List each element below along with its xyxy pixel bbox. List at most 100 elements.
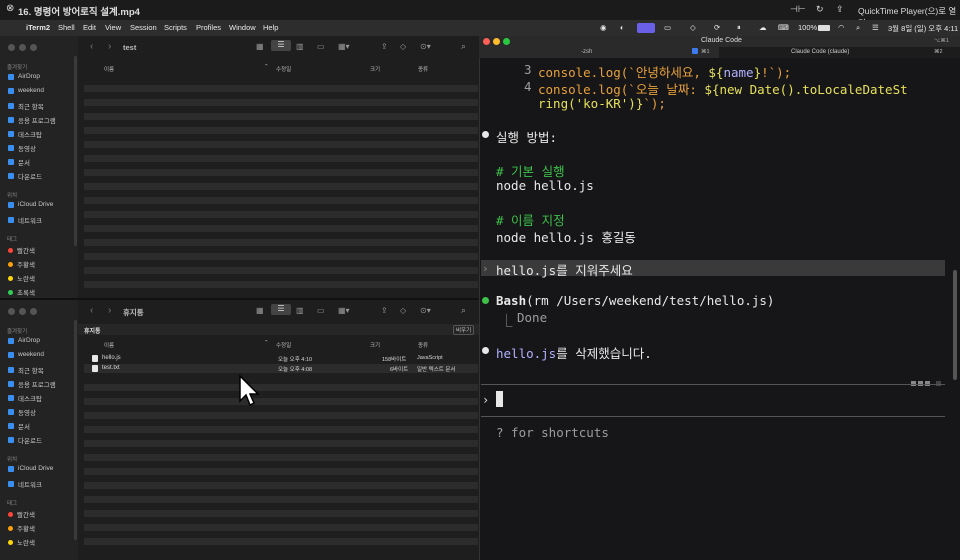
zoom-button[interactable] [30, 308, 37, 315]
tag-icon[interactable]: ◇ [400, 42, 406, 51]
status-icon-1[interactable]: ◉ [600, 23, 607, 32]
back-icon[interactable]: ‹ [90, 41, 93, 52]
sort-chevron-icon[interactable]: ⌃ [264, 64, 269, 70]
column-header-kind[interactable]: 종류 [418, 65, 428, 73]
sidebar-item-airdrop[interactable]: AirDrop [8, 73, 40, 80]
column-header-modified[interactable]: 수정일 [276, 341, 291, 349]
forward-icon[interactable]: › [108, 305, 111, 316]
search-icon[interactable]: ⌕ [856, 23, 860, 33]
sidebar-tag-red[interactable]: 빨간색 [8, 245, 35, 255]
sidebar-tag-green[interactable]: 초록색 [8, 287, 35, 297]
menu-app-name[interactable]: iTerm2 [26, 23, 50, 32]
battery-icon[interactable] [818, 25, 830, 31]
column-header-size[interactable]: 크기 [370, 65, 380, 73]
close-button[interactable] [8, 308, 15, 315]
menu-session[interactable]: Session [130, 23, 157, 32]
sidebar-tag-red[interactable]: 빨간색 [8, 509, 35, 519]
sidebar-item-network[interactable]: 네트워크 [8, 479, 42, 489]
keyboard-icon[interactable]: ⌨ [778, 23, 789, 32]
tab-zsh[interactable]: -zsh ⌘1 [479, 47, 719, 58]
dropbox-icon[interactable]: ◇ [690, 23, 696, 32]
back-icon[interactable]: ‹ [90, 305, 93, 316]
sidebar-tag-yellow[interactable]: 노란색 [8, 537, 35, 547]
column-view-icon[interactable]: ▥ [296, 42, 304, 51]
close-button[interactable] [483, 38, 490, 45]
status-icon-2[interactable]: ◐ [620, 23, 625, 32]
pause-icon[interactable]: ⏸ [737, 23, 741, 33]
column-header-name[interactable]: 이름 [104, 341, 114, 349]
menu-help[interactable]: Help [263, 23, 278, 32]
icon-view-icon[interactable]: ▦ [256, 306, 264, 315]
close-button[interactable] [8, 44, 15, 51]
sidebar-item-recents[interactable]: 최근 항목 [8, 101, 44, 111]
sort-chevron-icon[interactable]: ⌃ [264, 340, 269, 346]
table-row[interactable]: test.txt 오늘 오후 4:08 6바이트 일반 텍스트 문서 [84, 364, 478, 373]
sidebar-item-network[interactable]: 네트워크 [8, 215, 42, 225]
column-header-size[interactable]: 크기 [370, 341, 380, 349]
sidebar-item-icloud[interactable]: iCloud Drive [8, 465, 53, 472]
empty-trash-button[interactable]: 비우기 [453, 325, 475, 335]
tab-claude-code[interactable]: Claude Code (claude) ⌘2 [719, 47, 960, 58]
sidebar-item-documents[interactable]: 문서 [8, 421, 30, 431]
sidebar-item-weekend[interactable]: weekend [8, 87, 44, 94]
screen-record-icon[interactable] [637, 23, 655, 33]
sidebar-item-movies[interactable]: 동영상 [8, 143, 36, 153]
group-icon[interactable]: ▦▾ [338, 42, 350, 51]
control-center-icon[interactable]: ☰ [872, 23, 879, 32]
list-view-icon[interactable]: ☰ [271, 40, 291, 51]
wifi-icon[interactable]: ◠ [838, 23, 845, 32]
sidebar-scrollbar[interactable] [74, 320, 77, 540]
more-icon[interactable]: ⊙▾ [420, 306, 431, 315]
sidebar-item-icloud[interactable]: iCloud Drive [8, 201, 53, 208]
gallery-view-icon[interactable]: ▭ [317, 42, 325, 51]
sidebar-item-applications[interactable]: 응용 프로그램 [8, 115, 56, 125]
menu-scripts[interactable]: Scripts [164, 23, 187, 32]
minimize-button[interactable] [19, 308, 26, 315]
sidebar-item-documents[interactable]: 문서 [8, 157, 30, 167]
menu-window[interactable]: Window [229, 23, 256, 32]
icon-view-icon[interactable]: ▦ [256, 42, 264, 51]
sync-icon[interactable]: ⟳ [714, 23, 720, 32]
menu-edit[interactable]: Edit [83, 23, 96, 32]
menu-view[interactable]: View [105, 23, 121, 32]
sidebar-item-desktop[interactable]: 데스크탑 [8, 393, 42, 403]
list-view-icon[interactable]: ☰ [271, 304, 291, 315]
forward-icon[interactable]: › [108, 41, 111, 52]
sidebar-item-applications[interactable]: 응용 프로그램 [8, 379, 56, 389]
cloud-icon[interactable]: ☁ [759, 23, 767, 32]
sidebar-tag-orange[interactable]: 주황색 [8, 523, 35, 533]
column-header-modified[interactable]: 수정일 [276, 65, 291, 73]
zoom-button[interactable] [503, 38, 510, 45]
column-view-icon[interactable]: ▥ [296, 306, 304, 315]
table-row[interactable]: hello.js 오늘 오후 4:10 158바이트 JavaScript [84, 354, 478, 363]
menu-shell[interactable]: Shell [58, 23, 75, 32]
menu-profiles[interactable]: Profiles [196, 23, 221, 32]
minimize-button[interactable] [493, 38, 500, 45]
sidebar-item-movies[interactable]: 동영상 [8, 407, 36, 417]
prompt-input[interactable] [481, 386, 945, 414]
gallery-view-icon[interactable]: ▭ [317, 306, 325, 315]
share-icon[interactable]: ⇪ [836, 4, 844, 15]
terminal-scrollbar[interactable] [953, 270, 957, 380]
column-header-kind[interactable]: 종류 [418, 341, 428, 349]
sidebar-item-recents[interactable]: 최근 항목 [8, 365, 44, 375]
minimize-button[interactable] [19, 44, 26, 51]
sidebar-item-downloads[interactable]: 다운로드 [8, 435, 42, 445]
search-icon[interactable]: ⌕ [461, 41, 466, 52]
search-icon[interactable]: ⌕ [461, 305, 466, 316]
sidebar-item-downloads[interactable]: 다운로드 [8, 171, 42, 181]
sidebar-tag-yellow[interactable]: 노란색 [8, 273, 35, 283]
tag-icon[interactable]: ◇ [400, 306, 406, 315]
group-icon[interactable]: ▦▾ [338, 306, 350, 315]
close-icon[interactable]: ⊗ [6, 3, 14, 14]
sidebar-tag-orange[interactable]: 주황색 [8, 259, 35, 269]
trim-icon[interactable]: ⊣⊢ [790, 4, 806, 15]
sidebar-item-airdrop[interactable]: AirDrop [8, 337, 40, 344]
sidebar-item-desktop[interactable]: 데스크탑 [8, 129, 42, 139]
rotate-icon[interactable]: ↻ [816, 4, 824, 15]
more-icon[interactable]: ⊙▾ [420, 42, 431, 51]
display-icon[interactable]: ▭ [664, 23, 671, 32]
zoom-button[interactable] [30, 44, 37, 51]
share-icon[interactable]: ⇪ [381, 42, 388, 51]
share-icon[interactable]: ⇪ [381, 306, 388, 315]
